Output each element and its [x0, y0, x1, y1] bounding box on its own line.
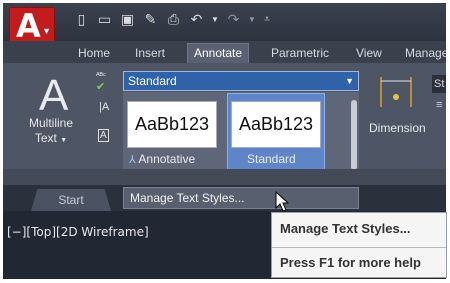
- tooltip: Manage Text Styles... Press F1 for more …: [271, 212, 447, 278]
- text-style-value: Standard: [128, 74, 177, 88]
- title-bar: A ▼ ▯ ▭ ▣ ✎ ⎙ ↶ ▼ ↷ ▼ ⩡: [3, 3, 446, 45]
- ribbon-panel-title-strip: [3, 169, 446, 185]
- redo-icon[interactable]: ↷: [225, 11, 242, 28]
- undo-icon[interactable]: ↶: [188, 11, 205, 28]
- undo-dropdown-icon[interactable]: ▼: [211, 11, 219, 28]
- gallery-scrollbar[interactable]: [351, 100, 357, 170]
- multiline-text-icon[interactable]: A: [39, 71, 68, 121]
- dimension-style-combo[interactable]: St: [432, 75, 446, 93]
- viewport-controls[interactable]: [−][Top][2D Wireframe]: [7, 225, 149, 239]
- chevron-down-icon: ▼: [42, 26, 51, 36]
- dimension-tools-icon[interactable]: ≡: [436, 99, 442, 111]
- new-icon[interactable]: ▯: [73, 11, 90, 28]
- chevron-down-icon: ▼: [345, 76, 354, 86]
- open-icon[interactable]: ▭: [96, 11, 113, 28]
- style-preview-text: AaBb123: [134, 114, 210, 134]
- redo-dropdown-icon[interactable]: ▼: [248, 11, 256, 28]
- tab-home[interactable]: Home: [78, 44, 110, 63]
- tab-annotate[interactable]: Annotate: [187, 43, 250, 64]
- dimension-icon: [380, 77, 412, 107]
- plot-icon[interactable]: ⎙: [165, 11, 182, 28]
- find-text-icon[interactable]: A: [98, 129, 109, 142]
- save-icon[interactable]: ▣: [119, 11, 136, 28]
- chevron-down-icon: ▼: [60, 137, 68, 144]
- annotative-style-label: ⅄ Annotative: [129, 152, 196, 166]
- application-menu-button[interactable]: A ▼: [9, 7, 55, 45]
- tooltip-divider: [272, 247, 446, 248]
- dimension-button[interactable]: Dimension St ≡: [369, 69, 446, 149]
- tab-insert[interactable]: Insert: [135, 44, 165, 63]
- ribbon-tabs: Home Insert Annotate Parametric View Man…: [3, 41, 446, 64]
- dimension-label: Dimension: [369, 121, 426, 135]
- style-swatch-annotative[interactable]: AaBb123: [127, 101, 217, 148]
- tab-parametric[interactable]: Parametric: [271, 44, 329, 63]
- annotative-icon: ⅄: [129, 154, 136, 166]
- multiline-label-line1: Multiline: [28, 116, 73, 130]
- tab-manage[interactable]: Manage: [405, 44, 446, 63]
- tooltip-title: Manage Text Styles...: [280, 221, 411, 236]
- file-tab-start[interactable]: Start: [31, 189, 111, 211]
- customize-icon[interactable]: ⩡: [262, 11, 272, 28]
- style-swatch-standard[interactable]: AaBb123: [231, 101, 321, 148]
- spell-check-icon[interactable]: ᴬᴮᶜ ✔: [96, 71, 106, 93]
- tab-view[interactable]: View: [356, 44, 382, 63]
- manage-text-styles-menu-item[interactable]: Manage Text Styles...: [123, 187, 359, 209]
- text-height-icon[interactable]: |A: [99, 101, 109, 113]
- standard-style-label: Standard: [247, 152, 296, 166]
- multiline-label-line2: Text ▼: [34, 131, 68, 145]
- multiline-text-button[interactable]: Multiline Text ▼: [25, 116, 77, 148]
- style-preview-text: AaBb123: [238, 114, 314, 134]
- saveas-icon[interactable]: ✎: [142, 11, 159, 28]
- mouse-cursor-icon: [275, 191, 289, 212]
- tooltip-help-hint: Press F1 for more help: [280, 255, 421, 270]
- text-style-combo[interactable]: Standard ▼: [123, 71, 359, 91]
- autocad-logo-icon: A: [16, 7, 41, 45]
- quick-access-toolbar: ▯ ▭ ▣ ✎ ⎙ ↶ ▼ ↷ ▼ ⩡: [73, 11, 272, 28]
